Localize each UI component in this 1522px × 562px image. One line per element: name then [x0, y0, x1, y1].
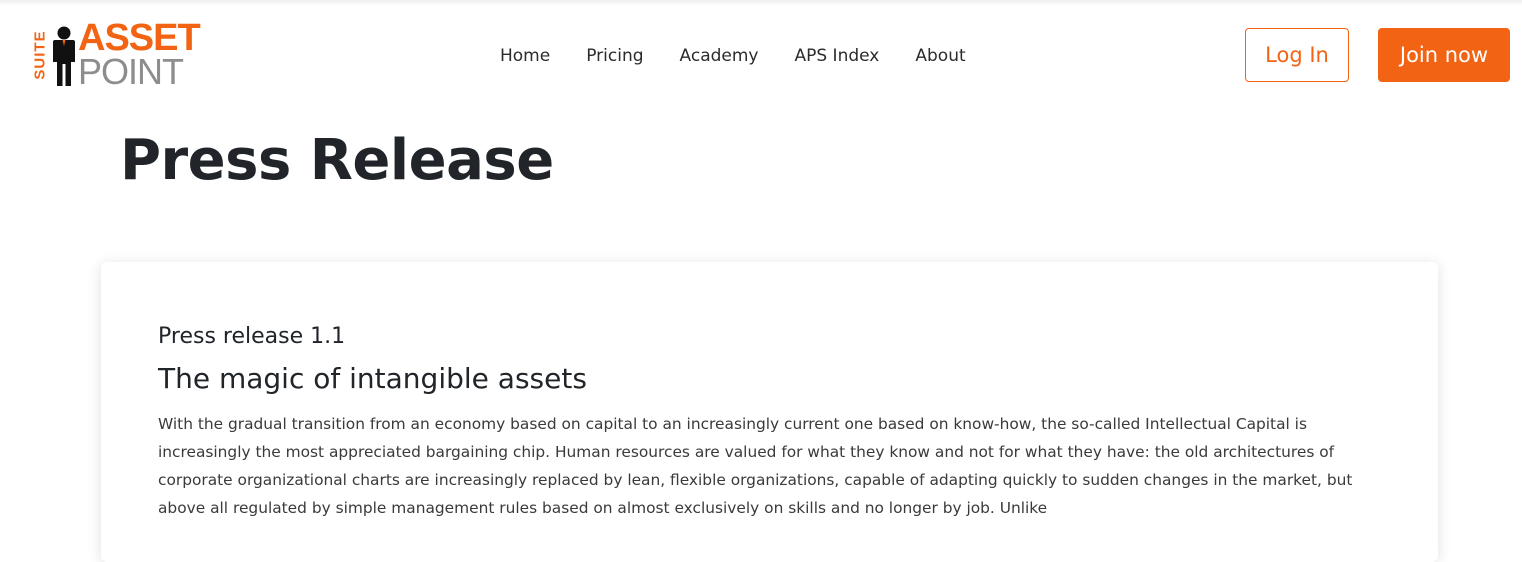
logo-point-text: POINT [78, 51, 184, 92]
site-header: SUITE ASSET POINT Home Pricing Academy A… [0, 0, 1522, 110]
person-icon [53, 26, 75, 86]
assetpoint-logo[interactable]: SUITE ASSET POINT [31, 18, 201, 92]
page-title: Press Release [120, 128, 554, 193]
press-release-headline: The magic of intangible assets [158, 362, 587, 395]
nav-aps-index[interactable]: APS Index [794, 46, 879, 66]
nav-home[interactable]: Home [500, 46, 550, 66]
press-release-number: Press release 1.1 [158, 324, 346, 349]
login-button[interactable]: Log In [1245, 28, 1349, 82]
logo-suite-text: SUITE [31, 30, 49, 80]
press-release-body: With the gradual transition from an econ… [158, 415, 1353, 517]
nav-academy[interactable]: Academy [680, 46, 759, 66]
press-release-card: Press release 1.1 The magic of intangibl… [101, 262, 1438, 562]
main-nav: Home Pricing Academy APS Index About [500, 46, 1002, 66]
nav-about[interactable]: About [915, 46, 965, 66]
join-now-button[interactable]: Join now [1378, 28, 1510, 82]
nav-pricing[interactable]: Pricing [586, 46, 643, 66]
